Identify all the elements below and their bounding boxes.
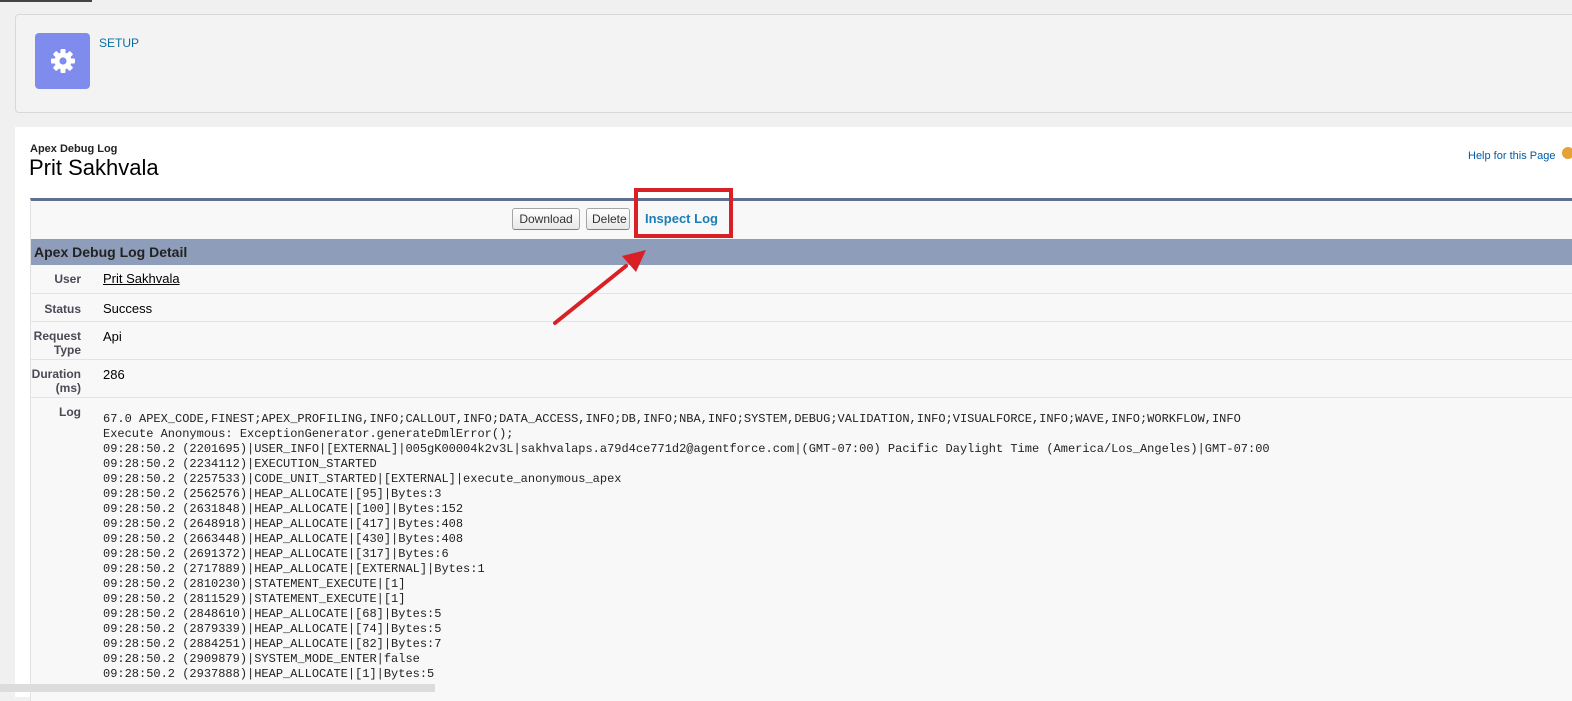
setup-header: SETUP [15,14,1572,113]
main-content: Apex Debug Log Prit Sakhvala Help for th… [15,127,1572,701]
top-tab-indicator [0,0,92,2]
user-value: Prit Sakhvala [103,271,180,286]
help-icon[interactable] [1562,147,1572,159]
duration-label-line2: (ms) [55,381,81,395]
log-line: 09:28:50.2 (2937888)|HEAP_ALLOCATE|[1]|B… [103,667,435,681]
log-line: Execute Anonymous: ExceptionGenerator.ge… [103,427,514,441]
log-line: 09:28:50.2 (2691372)|HEAP_ALLOCATE|[317]… [103,547,449,561]
debug-log-detail: Download Delete Inspect Log Apex Debug L… [30,188,1572,701]
button-bar: Download Delete Inspect Log [31,188,1572,239]
log-line: 09:28:50.2 (2884251)|HEAP_ALLOCATE|[82]|… [103,637,442,651]
log-line: 09:28:50.2 (2879339)|HEAP_ALLOCATE|[74]|… [103,622,442,636]
user-link[interactable]: Prit Sakhvala [103,271,180,286]
request-type-label: Request Type [31,329,81,357]
page-subtitle: Apex Debug Log [30,143,118,155]
setup-link[interactable]: SETUP [99,36,139,50]
log-line: 09:28:50.2 (2562576)|HEAP_ALLOCATE|[95]|… [103,487,442,501]
horizontal-scrollbar[interactable] [0,684,435,692]
status-value: Success [103,301,153,316]
duration-label-line1: Duration [31,367,81,381]
highlight-box [634,188,733,238]
log-line: 67.0 APEX_CODE,FINEST;APEX_PROFILING,INF… [103,412,1241,426]
gear-icon[interactable] [35,33,90,89]
log-line: 09:28:50.2 (2648918)|HEAP_ALLOCATE|[417]… [103,517,464,531]
log-line: 09:28:50.2 (2201695)|USER_INFO|[EXTERNAL… [103,442,1270,456]
log-line: 09:28:50.2 (2848610)|HEAP_ALLOCATE|[68]|… [103,607,442,621]
log-content: 67.0 APEX_CODE,FINEST;APEX_PROFILING,INF… [103,412,1270,682]
user-label: User [54,272,81,286]
log-line: 09:28:50.2 (2234112)|EXECUTION_STARTED [103,457,377,471]
row-status: Status Success [31,294,1572,322]
log-line: 09:28:50.2 (2663448)|HEAP_ALLOCATE|[430]… [103,532,464,546]
request-type-value: Api [103,329,122,344]
section-header: Apex Debug Log Detail [31,239,1572,265]
log-line: 09:28:50.2 (2631848)|HEAP_ALLOCATE|[100]… [103,502,464,516]
log-line: 09:28:50.2 (2909879)|SYSTEM_MODE_ENTER|f… [103,652,420,666]
request-type-label-line1: Request [33,329,81,343]
help-link[interactable]: Help for this Page [1468,150,1555,162]
request-type-label-line2: Type [53,343,81,357]
row-request-type: Request Type Api [31,322,1572,360]
log-line: 09:28:50.2 (2811529)|STATEMENT_EXECUTE|[… [103,592,406,606]
log-line: 09:28:50.2 (2257533)|CODE_UNIT_STARTED|[… [103,472,622,486]
log-line: 09:28:50.2 (2810230)|STATEMENT_EXECUTE|[… [103,577,406,591]
row-duration: Duration (ms) 286 [31,360,1572,398]
download-button[interactable]: Download [512,208,580,230]
delete-button[interactable]: Delete [586,208,630,230]
row-log: Log 67.0 APEX_CODE,FINEST;APEX_PROFILING… [31,398,1572,701]
duration-label: Duration (ms) [31,367,81,395]
status-label: Status [44,302,81,316]
log-line: 09:28:50.2 (2717889)|HEAP_ALLOCATE|[EXTE… [103,562,485,576]
page-title: Prit Sakhvala [29,155,159,180]
log-label: Log [59,405,81,419]
duration-value: 286 [103,367,125,382]
row-user: User Prit Sakhvala [31,265,1572,294]
